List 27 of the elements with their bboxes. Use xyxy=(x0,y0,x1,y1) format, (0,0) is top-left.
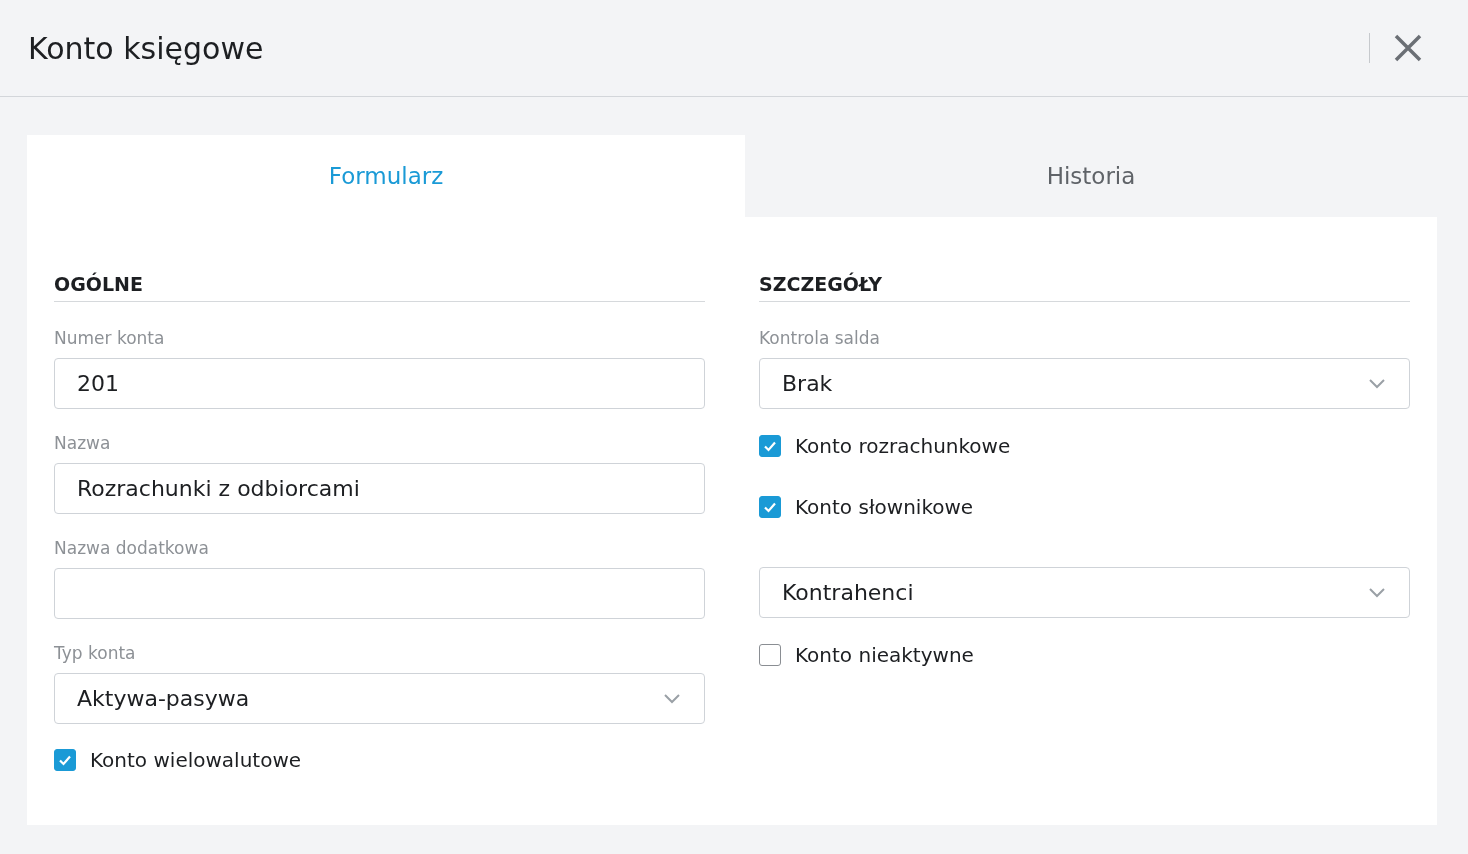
input-field[interactable]: 201 xyxy=(54,358,705,409)
input-field[interactable]: Rozrachunki z odbiorcami xyxy=(54,463,705,514)
chevron-down-icon xyxy=(1369,587,1385,598)
checkbox-label: Konto wielowalutowe xyxy=(90,748,302,772)
checkbox-label: Konto słownikowe xyxy=(795,495,974,519)
checkbox[interactable] xyxy=(54,749,76,771)
input-field[interactable] xyxy=(54,568,705,619)
dropdown[interactable]: Kontrahenci xyxy=(759,567,1410,618)
field-label: Nazwa dodatkowa xyxy=(54,538,210,558)
window-title: Konto księgowe xyxy=(28,30,265,66)
checkbox[interactable] xyxy=(759,496,781,518)
dropdown[interactable]: Aktywa-pasywa xyxy=(54,673,705,724)
chevron-down-icon xyxy=(664,693,680,704)
chevron-down-icon xyxy=(1369,378,1385,389)
checkbox[interactable] xyxy=(759,435,781,457)
field-label: Numer konta xyxy=(54,328,166,348)
close-button[interactable] xyxy=(1394,34,1422,62)
section-heading: SZCZEGÓŁY xyxy=(759,273,1410,302)
checkbox[interactable] xyxy=(759,644,781,666)
checkbox-label: Konto nieaktywne xyxy=(795,643,974,667)
checkbox-label: Konto rozrachunkowe xyxy=(795,434,1011,458)
close-icon xyxy=(1394,34,1422,62)
field-label: Nazwa xyxy=(54,433,112,453)
field-label: Kontrola salda xyxy=(759,328,881,348)
field-label: Typ konta xyxy=(54,643,137,663)
dropdown[interactable]: Brak xyxy=(759,358,1410,409)
section-heading: OGÓLNE xyxy=(54,273,705,302)
